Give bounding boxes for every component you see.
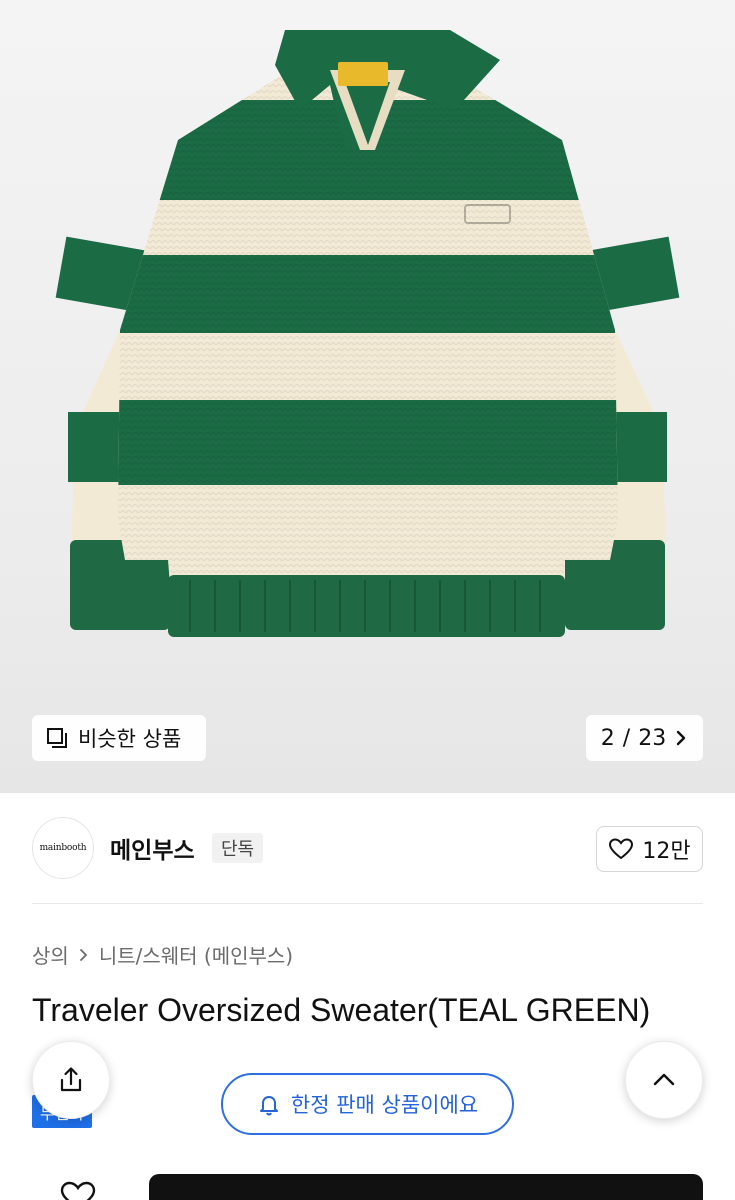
breadcrumb-item-top[interactable]: 상의 [32, 940, 69, 969]
image-pager[interactable]: 2 / 23 [586, 715, 703, 761]
wishlist-heart-icon[interactable] [58, 1180, 98, 1200]
divider [32, 903, 703, 904]
chevron-right-icon [677, 730, 686, 746]
product-image[interactable]: 비슷한 상품 2 / 23 [0, 0, 735, 793]
share-icon [60, 1067, 82, 1092]
breadcrumb-item-knit[interactable]: 니트/스웨터 (메인부스) [99, 940, 293, 969]
chevron-up-icon [653, 1073, 675, 1086]
breadcrumb: 상의 니트/스웨터 (메인부스) [32, 940, 293, 969]
exclusive-badge: 단독 [212, 833, 264, 863]
bell-icon [259, 1096, 278, 1116]
pager-current: 2 [600, 725, 615, 751]
purchase-button[interactable] [149, 1174, 703, 1200]
like-count: 12만 [642, 839, 691, 864]
limited-sale-notice[interactable]: 한정 판매 상품이에요 [221, 1073, 514, 1135]
share-button[interactable] [32, 1041, 110, 1119]
brand-name[interactable]: 메인부스 [110, 831, 195, 865]
limited-sale-label: 한정 판매 상품이에요 [290, 1093, 479, 1117]
brand-row: mainbooth 메인부스 단독 12만 [0, 793, 735, 903]
similar-icon [47, 728, 67, 748]
scroll-top-button[interactable] [625, 1041, 703, 1119]
similar-products-button[interactable]: 비슷한 상품 [32, 715, 206, 761]
brand-logo-text: mainbooth [39, 843, 87, 853]
pager-total: 23 [638, 725, 667, 751]
heart-icon [609, 838, 634, 860]
brand-logo[interactable]: mainbooth [32, 817, 94, 879]
sweater-illustration [55, 30, 680, 637]
chevron-right-icon [79, 948, 88, 961]
like-button[interactable]: 12만 [596, 826, 703, 872]
product-title: Traveler Oversized Sweater(TEAL GREEN) [32, 992, 651, 1028]
similar-products-label: 비슷한 상품 [78, 727, 182, 751]
pager-separator: / [622, 725, 631, 751]
